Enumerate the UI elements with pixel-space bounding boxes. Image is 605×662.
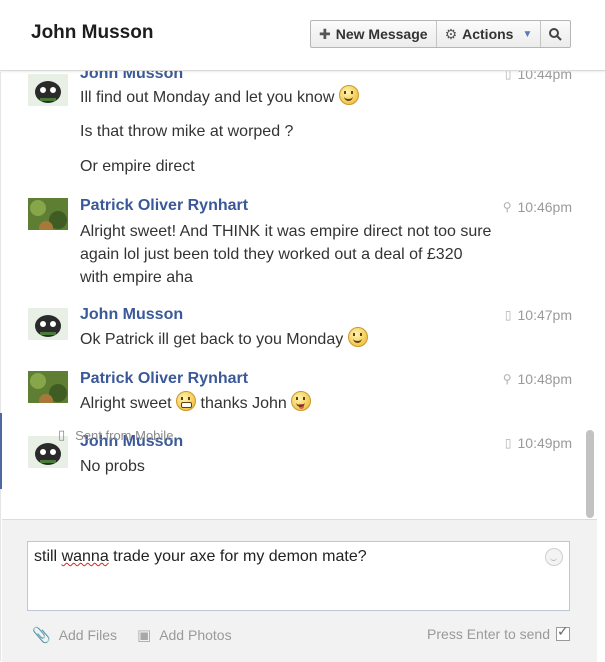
time-label: 10:46pm [517,199,572,215]
sent-from-label: Sent from Mobile [75,427,174,443]
location-pin-icon: ⚲ [502,372,512,386]
search-icon [549,27,563,41]
message-text: Ok Patrick ill get back to you Monday [80,327,368,351]
message-text: Ill find out Monday and let you know [80,85,359,109]
message-time: ⚲ 10:46pm [503,199,572,215]
avatar [28,371,68,403]
mobile-icon: ▯ [58,427,66,442]
time-label: 10:48pm [517,371,572,387]
misspelled-word: wanna [61,548,109,565]
reply-textarea[interactable]: still wanna trade your axe for my demon … [27,541,570,611]
avatar [28,198,68,230]
paperclip-icon: 📎 [32,627,51,644]
add-photos-label: Add Photos [159,627,232,643]
message-text: Alright sweet thanks John [80,391,312,415]
message-text: with empire aha [80,269,193,286]
actions-label: Actions [462,26,514,42]
mobile-icon: ▯ [504,71,512,81]
sender-name[interactable]: Patrick Oliver Rynhart [80,370,248,388]
chevron-down-icon: ▼ [522,28,533,40]
press-enter-label: Press Enter to send [427,626,550,642]
message-text: Is that throw mike at worped ? [80,123,294,140]
message-time: ▯ 10:44pm [505,71,572,82]
header-button-group: ✚ New Message ⚙ Actions ▼ [310,20,572,48]
message-composer: still wanna trade your axe for my demon … [2,519,597,662]
plus-icon: ✚ [319,25,331,42]
sender-name[interactable]: Patrick Oliver Rynhart [80,197,248,215]
tongue-emoji-icon [291,391,312,411]
add-files-label: Add Files [58,627,118,643]
smile-emoji-icon [347,327,368,347]
new-message-label: New Message [335,26,428,42]
emoticon-picker-icon[interactable] [545,548,563,566]
message-time: ⚲ 10:48pm [503,371,572,387]
avatar [28,308,68,340]
grin-emoji-icon [176,391,197,411]
scrollbar-thumb[interactable] [586,430,594,518]
message-text: again lol just been told they worked out… [80,246,463,263]
sender-name[interactable]: John Musson [80,306,183,324]
press-enter-to-send[interactable]: Press Enter to send [427,623,570,642]
search-button[interactable] [541,21,570,47]
mobile-icon: ▯ [504,436,512,450]
location-pin-icon: ⚲ [502,200,512,214]
gear-icon: ⚙ [444,25,458,42]
reply-text: trade your axe for my demon mate? [108,548,367,565]
left-border [0,72,1,661]
message-time: ▯ 10:49pm [505,435,572,451]
avatar [28,74,68,106]
sent-from-mobile: ▯ Sent from Mobile [58,427,173,443]
message-text: No probs [80,458,145,475]
time-label: 10:47pm [517,307,572,323]
message-list[interactable]: John Musson ▯ 10:44pm Ill find out Monda… [2,71,584,519]
message-text: Alright sweet! And THINK it was empire d… [80,223,492,240]
conversation-title: John Musson [31,22,154,43]
conversation-header: John Musson ✚ New Message ⚙ Actions ▼ [0,0,605,71]
time-label: 10:44pm [517,71,572,82]
message-text: Or empire direct [80,158,195,175]
photo-icon: ▣ [137,627,152,644]
smile-emoji-icon [338,85,359,105]
add-photos-button[interactable]: ▣ Add Photos [137,626,232,644]
press-enter-checkbox[interactable] [556,623,570,641]
new-message-button[interactable]: ✚ New Message [311,21,437,47]
actions-button[interactable]: ⚙ Actions ▼ [437,21,542,47]
message-time: ▯ 10:47pm [505,307,572,323]
mobile-icon: ▯ [504,308,512,322]
add-files-button[interactable]: 📎 Add Files [32,626,117,644]
time-label: 10:49pm [517,435,572,451]
sender-name[interactable]: John Musson [80,71,183,83]
reply-text: still [34,548,62,565]
